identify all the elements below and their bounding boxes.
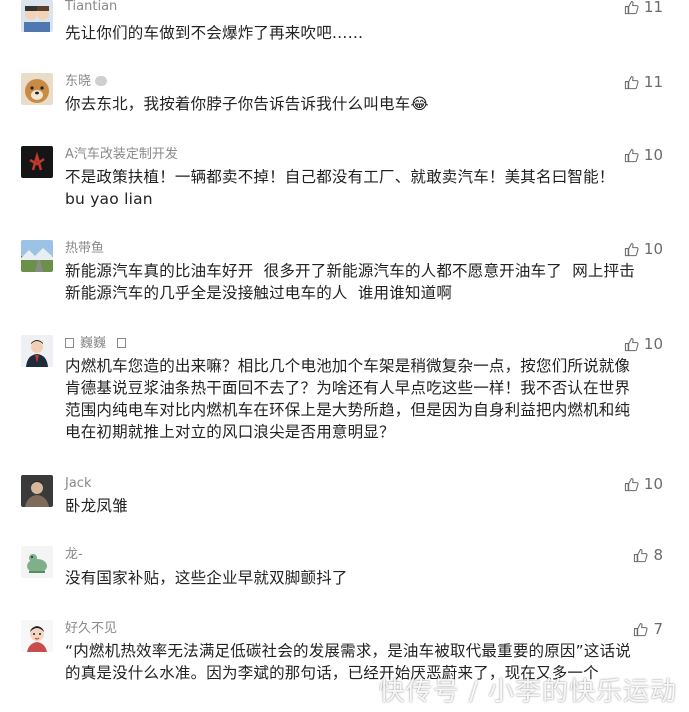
thumbs-up-icon bbox=[634, 548, 648, 562]
badge-icon bbox=[65, 338, 74, 348]
comment-username[interactable]: 龙- bbox=[65, 547, 83, 563]
like-button[interactable]: 10 bbox=[624, 336, 663, 352]
badge-icon bbox=[117, 338, 126, 348]
comment-text: 卧龙凤雏 bbox=[65, 497, 128, 515]
thumbs-up-icon bbox=[624, 75, 639, 89]
like-button[interactable]: 7 bbox=[633, 621, 663, 637]
like-button[interactable]: 8 bbox=[633, 547, 663, 563]
like-count: 10 bbox=[643, 146, 663, 164]
avatar[interactable] bbox=[21, 475, 53, 507]
comment-username[interactable]: 好久不见 bbox=[65, 621, 117, 637]
thumbs-up-icon bbox=[634, 622, 648, 636]
avatar[interactable] bbox=[21, 546, 53, 578]
like-button[interactable]: 11 bbox=[624, 74, 663, 90]
like-count: 10 bbox=[643, 335, 663, 353]
like-button[interactable]: 10 bbox=[624, 476, 663, 492]
comment-text: 你去东北，我按着你脖子你告诉告诉我什么叫电车😂 bbox=[65, 95, 429, 113]
comment-username[interactable]: A汽车改装定制开发 bbox=[65, 147, 178, 163]
like-button[interactable]: 10 bbox=[624, 241, 663, 257]
avatar[interactable] bbox=[21, 0, 53, 32]
like-button[interactable]: 11 bbox=[624, 0, 663, 15]
comment-text: 不是政策扶植！一辆都卖不掉！自己都没有工厂、就敢卖汽车！美其名曰智能！ bu y… bbox=[65, 168, 615, 208]
comment-username[interactable]: Jack bbox=[65, 476, 91, 492]
like-count: 10 bbox=[643, 240, 663, 258]
thumbs-up-icon bbox=[624, 0, 639, 14]
thumbs-up-icon bbox=[624, 337, 639, 351]
thumbs-up-icon bbox=[624, 477, 639, 491]
avatar[interactable] bbox=[21, 240, 53, 272]
like-count: 11 bbox=[643, 73, 663, 91]
comment-text: 内燃机车您造的出来嘛？相比几个电池加个车架是稍微复杂一点，按您们所说就像 肯德基… bbox=[65, 357, 631, 441]
thumbs-up-icon bbox=[624, 148, 639, 162]
avatar[interactable] bbox=[21, 335, 53, 367]
like-count: 10 bbox=[643, 475, 663, 493]
avatar[interactable] bbox=[21, 73, 53, 105]
comment-text: 没有国家补贴，这些企业早就双脚颤抖了 bbox=[65, 569, 348, 587]
chat-bubble-icon bbox=[95, 76, 107, 86]
comment-username[interactable]: 巍巍 bbox=[80, 336, 106, 352]
avatar[interactable] bbox=[21, 620, 53, 652]
comment-username[interactable]: 热带鱼 bbox=[65, 241, 104, 257]
comment-username[interactable]: 东晓 bbox=[65, 74, 91, 90]
like-count: 8 bbox=[653, 546, 663, 564]
comment-text: “内燃机热效率无法满足低碳社会的发展需求，是油车被取代最重要的原因”这话说 的真… bbox=[65, 642, 631, 682]
comment-text: 新能源汽车真的比油车好开 很多开了新能源汽车的人都不愿意开油车了 网上抨击 新能… bbox=[65, 262, 636, 302]
comment-username[interactable]: Tiantian bbox=[65, 0, 117, 15]
avatar[interactable] bbox=[21, 146, 53, 178]
comment-text: 先让你们的车做到不会爆炸了再来吹吧…… bbox=[65, 24, 364, 42]
thumbs-up-icon bbox=[624, 242, 639, 256]
like-count: 11 bbox=[643, 0, 663, 16]
like-count: 7 bbox=[653, 620, 663, 638]
like-button[interactable]: 10 bbox=[624, 147, 663, 163]
